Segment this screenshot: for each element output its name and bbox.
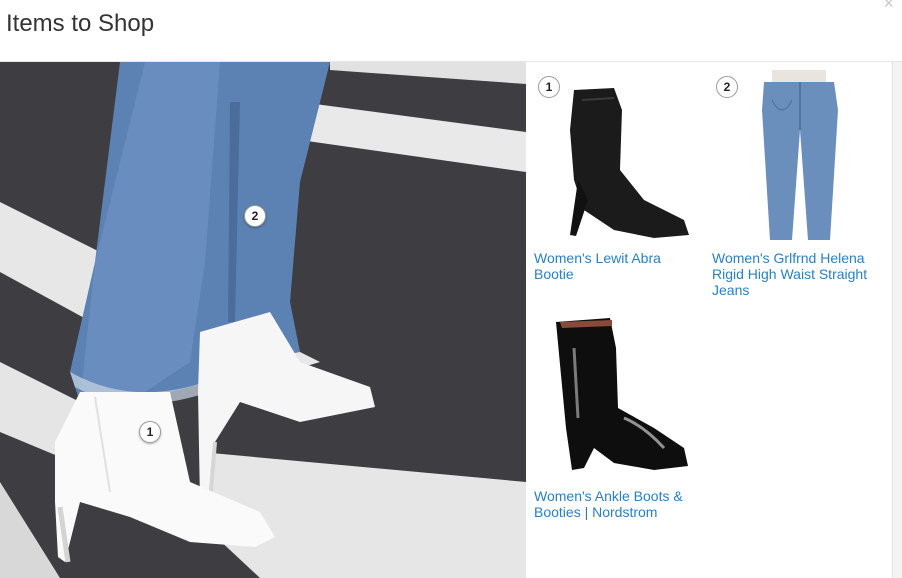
product-image[interactable] [534, 308, 704, 478]
page-title: Items to Shop [6, 10, 155, 37]
black-ankle-bootie-icon [570, 88, 689, 238]
product-number-badge: 2 [716, 76, 738, 98]
product-link[interactable]: Women's Lewit Abra Bootie [534, 250, 704, 282]
product-image[interactable]: 2 [712, 70, 882, 240]
close-icon[interactable]: × [883, 0, 894, 12]
modal-header: Items to Shop × [0, 0, 902, 62]
patent-ankle-boot-icon [556, 318, 688, 470]
hero-marker-2[interactable]: 2 [244, 205, 266, 227]
panel-scrollbar[interactable] [892, 62, 902, 578]
product-card: 1 Women's Lewit Abra Bootie [534, 70, 704, 282]
hero-marker-1[interactable]: 1 [139, 421, 161, 443]
hero-photo: 1 2 [0, 62, 526, 578]
product-image[interactable]: 1 [534, 70, 704, 240]
street-scene-illustration [0, 62, 526, 578]
product-card: 2 Women's Grlfrnd Helena Rigid High Wais… [712, 70, 882, 298]
products-panel: 1 Women's Lewit Abra Bootie 2 Women's Gr… [526, 62, 892, 578]
straight-jeans-icon [762, 70, 838, 240]
product-link[interactable]: Women's Grlfrnd Helena Rigid High Waist … [712, 250, 882, 298]
product-link[interactable]: Women's Ankle Boots & Booties | Nordstro… [534, 488, 704, 520]
product-number-badge: 1 [538, 76, 560, 98]
product-card: Women's Ankle Boots & Booties | Nordstro… [534, 308, 704, 520]
